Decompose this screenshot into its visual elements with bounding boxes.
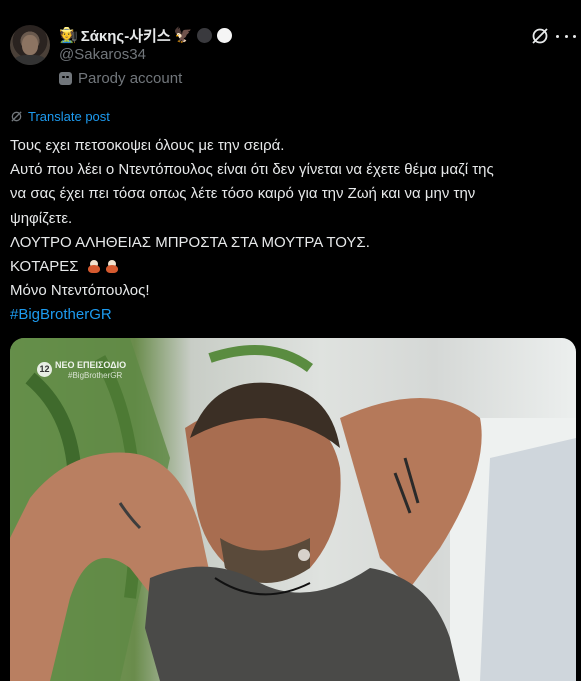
post-line: ΚΟΤΑΡΕΣ (10, 258, 79, 276)
eagle-emoji: 🦅 (173, 27, 193, 44)
avatar[interactable] (10, 25, 50, 65)
post-image[interactable] (10, 338, 576, 681)
hashtag-link[interactable]: #BigBrotherGR (10, 303, 575, 327)
episode-watermark: ΝΕΟ ΕΠΕΙΣΟΔΙΟ (55, 360, 127, 370)
user-handle[interactable]: @Sakaros34 (59, 46, 146, 63)
chicken-emoji (87, 259, 101, 274)
grok-translate-icon (11, 111, 22, 122)
post-line: Τους εχει πετσοκοψει όλους με την σειρά. (10, 137, 285, 154)
white-circle-emoji (217, 27, 233, 43)
post-line: να σας έχει πει τόσα οπως λέτε τόσο καιρ… (10, 185, 476, 203)
post-text: Τους εχει πετσοκοψει όλους με την σειρά.… (10, 134, 575, 328)
chicken-emoji (105, 259, 119, 274)
parody-label: Parody account (59, 70, 182, 87)
translate-label[interactable]: Translate post (28, 109, 110, 124)
author-name-row[interactable]: 🧑‍🌾 Σάκης-사키스 🦅 (59, 25, 233, 46)
translate-post-link[interactable]: Translate post (10, 109, 110, 124)
post-line: Μόνο Ντεντόπουλος! (10, 282, 150, 300)
parody-mask-icon (59, 72, 72, 85)
dark-circle-emoji (197, 27, 213, 43)
man-photo (10, 338, 576, 681)
display-name[interactable]: Σάκης-사키스 (81, 25, 171, 46)
post-line: Αυτό που λέει ο Ντεντόπουλος είναι ότι δ… (10, 161, 494, 179)
post-line: ΛΟΥΤΡΟ ΑΛΗΘΕΙΑΣ ΜΠΡΟΣΤΑ ΣΤΑ ΜΟΥΤΡΑ ΤΟΥΣ. (10, 233, 370, 251)
grok-icon[interactable] (530, 26, 550, 46)
more-options-icon[interactable] (556, 26, 576, 46)
channel-logo: 12 (37, 362, 52, 377)
post: 🧑‍🌾 Σάκης-사키스 🦅 @Sakaros34 Parody accoun… (0, 0, 581, 681)
post-line-with-emoji: ΚΟΤΑΡΕΣ (10, 255, 575, 279)
farmer-emoji: 🧑‍🌾 (59, 27, 78, 44)
watermark-hashtag: #BigBrotherGR (68, 371, 123, 380)
parody-label-text: Parody account (78, 70, 183, 87)
post-line: ψηφίζετε. (10, 209, 73, 227)
